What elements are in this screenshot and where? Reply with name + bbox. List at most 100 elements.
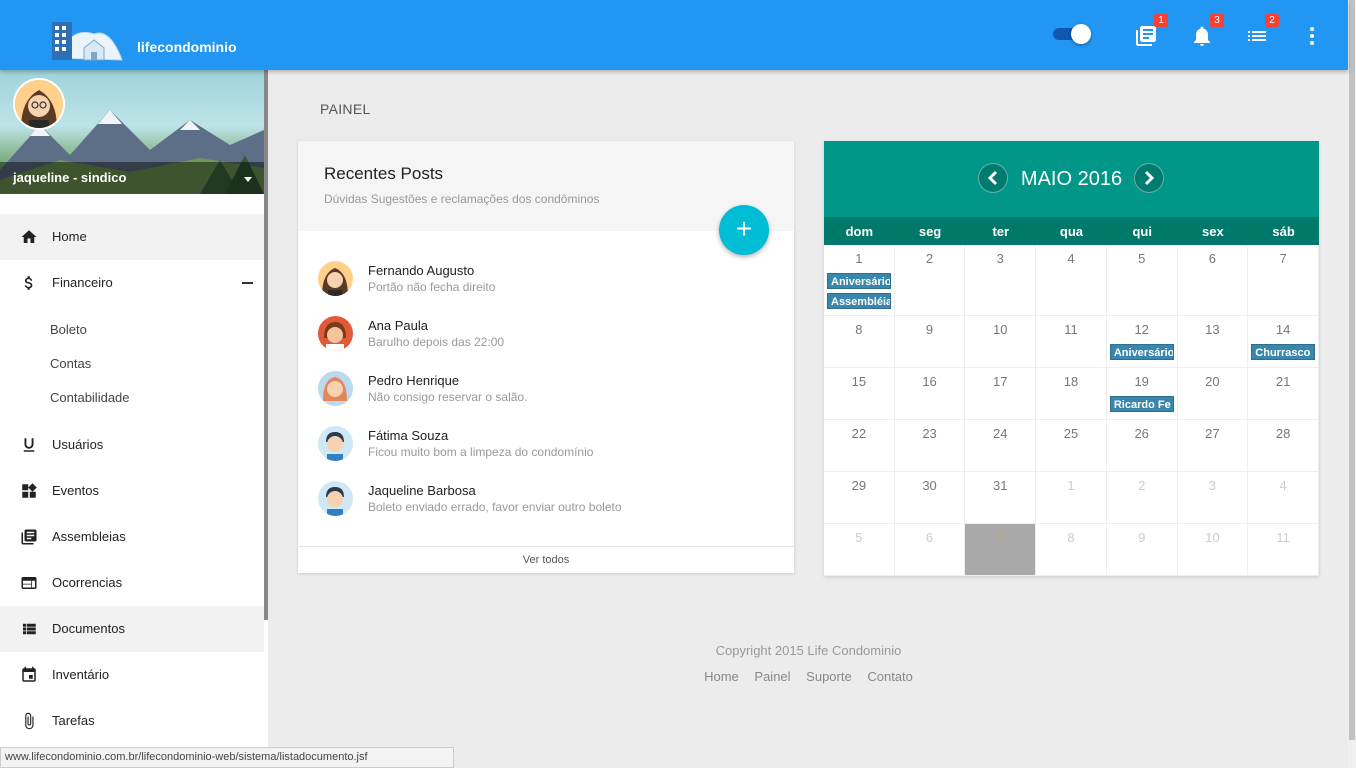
footer-link-painel[interactable]: Painel bbox=[754, 669, 790, 684]
calendar-day-cell[interactable]: 5 bbox=[1106, 245, 1178, 316]
user-avatar-icon bbox=[318, 316, 353, 351]
calendar-day-cell[interactable]: 1 bbox=[1036, 472, 1107, 524]
calendar-day-cell[interactable]: 25 bbox=[1036, 420, 1107, 472]
calendar-day-cell[interactable]: 21 bbox=[1248, 368, 1319, 420]
notifications-button[interactable]: 3 bbox=[1190, 14, 1224, 48]
calendar-day-cell[interactable]: 11 bbox=[1036, 316, 1107, 368]
calendar-day-cell[interactable]: 26 bbox=[1106, 420, 1178, 472]
tasks-list-button[interactable]: 2 bbox=[1245, 14, 1279, 48]
calendar-day-cell[interactable]: 11 bbox=[1248, 524, 1319, 576]
card-header: Recentes Posts Dúvidas Sugestões e recla… bbox=[298, 141, 794, 231]
calendar-day-cell[interactable]: 28 bbox=[1248, 420, 1319, 472]
sidebar-item-label: Inventário bbox=[52, 667, 110, 682]
calendar-day-cell[interactable]: 31 bbox=[965, 472, 1037, 524]
calendar-day-cell[interactable]: 12 Aniversário bbox=[1106, 316, 1178, 368]
sidebar-item-documentos[interactable]: Documentos bbox=[0, 606, 264, 652]
assembleias-button[interactable]: 1 bbox=[1134, 14, 1168, 48]
calendar-day-number: 21 bbox=[1275, 374, 1291, 389]
weekday-label: seg bbox=[918, 224, 942, 239]
avatar[interactable] bbox=[13, 78, 65, 130]
calendar-day-cell[interactable]: 18 bbox=[1036, 368, 1107, 420]
calendar-day-cell[interactable]: 19 Ricardo Fe bbox=[1106, 368, 1178, 420]
list-item[interactable]: Jaqueline Barbosa Boleto enviado errado,… bbox=[298, 481, 794, 531]
calendar-day-cell[interactable]: 4 bbox=[1248, 472, 1319, 524]
calendar-day-cell[interactable]: 7 bbox=[965, 524, 1037, 576]
sidebar-item-tarefas[interactable]: Tarefas bbox=[0, 698, 264, 744]
calendar-day-cell[interactable]: 2 bbox=[894, 245, 966, 316]
calendar-day-cell[interactable]: 29 bbox=[824, 472, 895, 524]
calendar-day-number: 4 bbox=[1067, 251, 1075, 266]
sidebar-item-eventos[interactable]: Eventos bbox=[0, 468, 264, 514]
sidebar-item-label: Ocorrencias bbox=[52, 575, 123, 590]
logo-icon[interactable] bbox=[50, 18, 124, 64]
calendar-event[interactable]: Ricardo Fe bbox=[1109, 396, 1174, 412]
user-avatar-icon bbox=[318, 426, 353, 461]
add-post-button[interactable]: + bbox=[719, 205, 769, 255]
sidebar-item-assembleias[interactable]: Assembleias bbox=[0, 514, 264, 560]
theme-toggle[interactable] bbox=[1053, 24, 1091, 44]
calendar-day-cell[interactable]: 8 bbox=[824, 316, 895, 368]
calendar-day-cell[interactable]: 10 bbox=[1177, 524, 1249, 576]
sidebar-item-ocorrencias[interactable]: Ocorrencias bbox=[0, 560, 264, 606]
sidebar-subitem-contabilidade[interactable]: Contabilidade bbox=[50, 390, 130, 405]
footer-link-home[interactable]: Home bbox=[704, 669, 739, 684]
footer-link-contato[interactable]: Contato bbox=[867, 669, 913, 684]
profile-name-bar[interactable]: jaqueline - sindico bbox=[0, 162, 264, 194]
calendar-day-number: 13 bbox=[1205, 322, 1220, 337]
scrollbar-thumb[interactable] bbox=[1349, 0, 1355, 740]
list-item[interactable]: Pedro Henrique Não consigo reservar o sa… bbox=[298, 371, 794, 421]
calendar-day-cell[interactable]: 9 bbox=[1106, 524, 1178, 576]
calendar-day-cell[interactable]: 8 bbox=[1036, 524, 1107, 576]
sidebar-item-usuarios[interactable]: Usuários bbox=[0, 422, 264, 468]
post-author: Jaqueline Barbosa bbox=[368, 483, 476, 498]
card-title: Recentes Posts bbox=[324, 164, 444, 183]
calendar-event[interactable]: Assembléia bbox=[827, 293, 891, 309]
calendar-day-cell[interactable]: 3 bbox=[965, 245, 1037, 316]
calendar-day-cell[interactable]: 3 bbox=[1177, 472, 1249, 524]
calendar-day-cell[interactable]: 14 Churrasco bbox=[1248, 316, 1319, 368]
list-item[interactable]: Fátima Souza Ficou muito bom a limpeza d… bbox=[298, 426, 794, 476]
calendar-day-cell[interactable]: 7 bbox=[1248, 245, 1319, 316]
calendar-day-cell[interactable]: 6 bbox=[894, 524, 966, 576]
calendar-day-cell[interactable]: 27 bbox=[1177, 420, 1249, 472]
calendar-day-number: 25 bbox=[1063, 426, 1079, 441]
calendar-day-cell[interactable]: 16 bbox=[894, 368, 966, 420]
calendar-day-cell[interactable]: 30 bbox=[894, 472, 966, 524]
sidebar-subitem-boleto[interactable]: Boleto bbox=[50, 322, 87, 337]
collapse-icon[interactable] bbox=[242, 282, 253, 284]
widgets-icon bbox=[22, 483, 37, 498]
calendar-day-cell[interactable]: 22 bbox=[824, 420, 895, 472]
list-item[interactable]: Fernando Augusto Portão não fecha direit… bbox=[298, 261, 794, 311]
page-scrollbar[interactable] bbox=[1348, 0, 1356, 768]
calendar-day-cell[interactable]: 24 bbox=[965, 420, 1037, 472]
more-menu-button[interactable] bbox=[1300, 24, 1324, 48]
calendar-event[interactable]: Aniversário bbox=[1109, 344, 1174, 360]
calendar-day-cell[interactable]: 5 bbox=[824, 524, 895, 576]
calendar-event[interactable]: Churrasco bbox=[1251, 344, 1316, 360]
calendar-day-cell[interactable]: 9 bbox=[894, 316, 966, 368]
calendar-day-cell[interactable]: 4 bbox=[1036, 245, 1107, 316]
calendar-day-cell[interactable]: 20 bbox=[1177, 368, 1249, 420]
calendar-day-cell[interactable]: 23 bbox=[894, 420, 966, 472]
next-month-button[interactable] bbox=[1134, 163, 1164, 193]
user-avatar-icon bbox=[318, 261, 353, 296]
calendar-day-cell[interactable]: 10 bbox=[965, 316, 1037, 368]
weekday-label: dom bbox=[845, 224, 874, 239]
sidebar-item-financeiro[interactable]: Financeiro bbox=[0, 260, 264, 306]
sidebar-item-home[interactable]: Home bbox=[0, 214, 264, 260]
footer-link-suporte[interactable]: Suporte bbox=[806, 669, 852, 684]
calendar-day-cell[interactable]: 15 bbox=[824, 368, 895, 420]
calendar-event[interactable]: Aniversário bbox=[827, 273, 891, 289]
sidebar-item-label: Documentos bbox=[52, 621, 125, 636]
calendar-day-cell[interactable]: 2 bbox=[1106, 472, 1178, 524]
calendar-day-cell[interactable]: 1 Aniversário Assembléia bbox=[824, 245, 895, 316]
sidebar-scrollbar[interactable] bbox=[264, 70, 268, 620]
calendar-day-cell[interactable]: 6 bbox=[1177, 245, 1249, 316]
sidebar-item-inventario[interactable]: Inventário bbox=[0, 652, 264, 698]
list-item[interactable]: Ana Paula Barulho depois das 22:00 bbox=[298, 316, 794, 366]
calendar-day-cell[interactable]: 13 bbox=[1177, 316, 1249, 368]
sidebar-subitem-contas[interactable]: Contas bbox=[50, 356, 91, 371]
calendar-day-cell[interactable]: 17 bbox=[965, 368, 1037, 420]
see-all-link[interactable]: Ver todos bbox=[298, 546, 794, 573]
home-icon bbox=[21, 230, 37, 243]
